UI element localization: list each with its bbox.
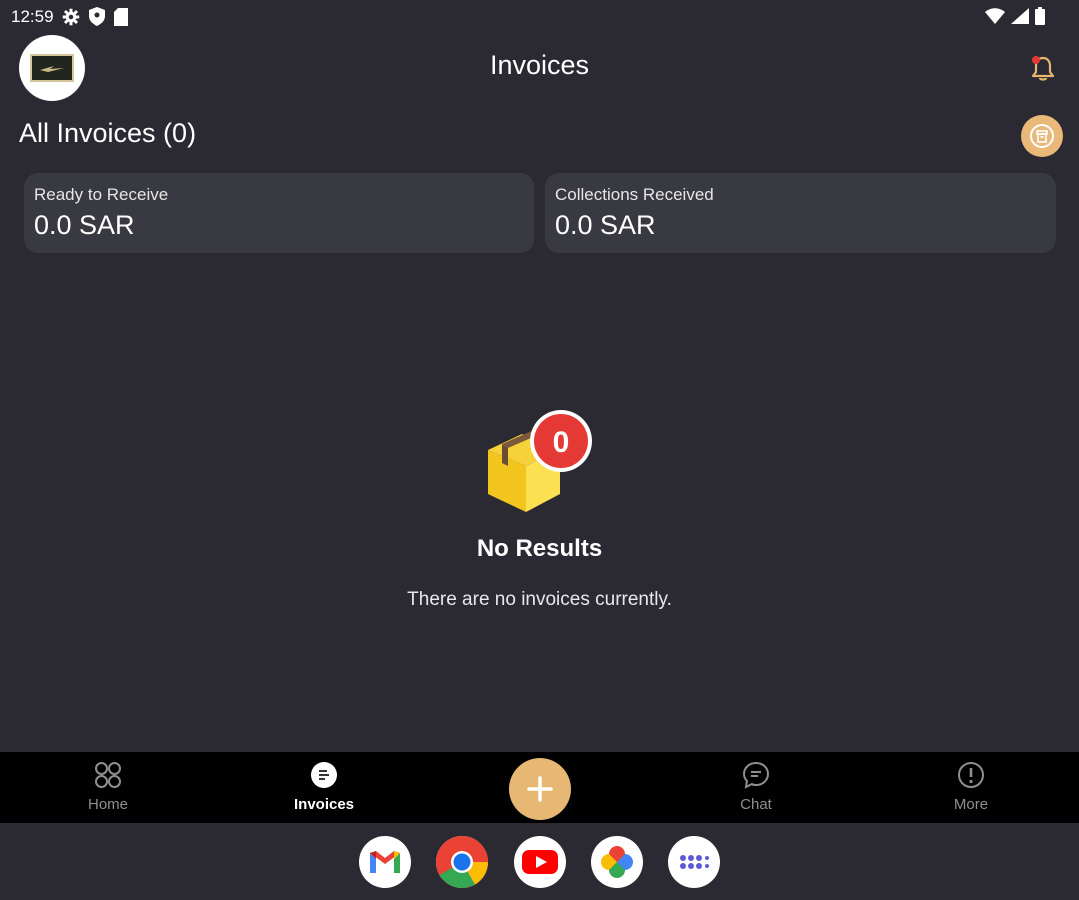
youtube-icon: [522, 850, 558, 874]
collections-received-card: Collections Received 0.0 SAR: [545, 173, 1056, 253]
battery-icon: [1035, 7, 1045, 25]
card-value: 0.0 SAR: [34, 210, 135, 240]
nav-item-home[interactable]: Home: [48, 752, 168, 823]
photos-app[interactable]: [591, 836, 643, 888]
grid-icon: [95, 762, 121, 788]
shield-icon: [89, 7, 105, 26]
gmail-icon: [370, 851, 400, 873]
plus-icon: [527, 776, 553, 802]
notification-bell-icon[interactable]: [1027, 52, 1059, 84]
nav-label: More: [953, 796, 989, 813]
nav-label: Home: [87, 796, 128, 813]
info-icon: [958, 762, 984, 788]
nav-item-more[interactable]: More: [911, 752, 1031, 823]
nav-item-chat[interactable]: Chat: [696, 752, 816, 823]
empty-badge-count: 0: [553, 426, 570, 459]
signal-icon: [1011, 8, 1029, 24]
app-drawer-button[interactable]: [668, 836, 720, 888]
youtube-app[interactable]: [514, 836, 566, 888]
app-screen: 12:59 Invoices All Invoices (0) Ready to…: [0, 0, 1079, 900]
ready-to-receive-card: Ready to Receive 0.0 SAR: [24, 173, 534, 253]
system-dock: [0, 823, 1079, 900]
empty-state-subtitle: There are no invoices currently.: [407, 589, 672, 610]
status-bar: 12:59: [0, 0, 1079, 34]
chrome-app[interactable]: [436, 836, 488, 888]
photos-icon: [601, 846, 633, 878]
chrome-icon: [436, 836, 488, 888]
archive-filter-button[interactable]: [1021, 115, 1063, 157]
settings-icon: [62, 8, 80, 25]
nav-item-invoices[interactable]: Invoices: [264, 752, 384, 823]
gmail-app[interactable]: [359, 836, 411, 888]
section-title: All Invoices (0): [19, 118, 197, 148]
card-value: 0.0 SAR: [555, 210, 656, 240]
empty-box-icon: 0: [488, 410, 592, 512]
nav-label: Invoices: [293, 796, 355, 813]
nav-label: Chat: [740, 796, 772, 813]
card-label: Collections Received: [555, 185, 714, 204]
wifi-icon: [985, 8, 1005, 24]
page-title: Invoices: [489, 50, 590, 80]
status-time: 12:59: [11, 7, 54, 26]
app-drawer-icon: [680, 855, 709, 869]
add-invoice-button[interactable]: [509, 758, 571, 820]
archive-icon: [1030, 124, 1054, 148]
card-label: Ready to Receive: [34, 185, 169, 204]
invoice-icon: [311, 762, 337, 788]
sim-card-icon: [114, 7, 128, 26]
chat-icon: [742, 761, 770, 789]
empty-state-title: No Results: [476, 535, 603, 562]
